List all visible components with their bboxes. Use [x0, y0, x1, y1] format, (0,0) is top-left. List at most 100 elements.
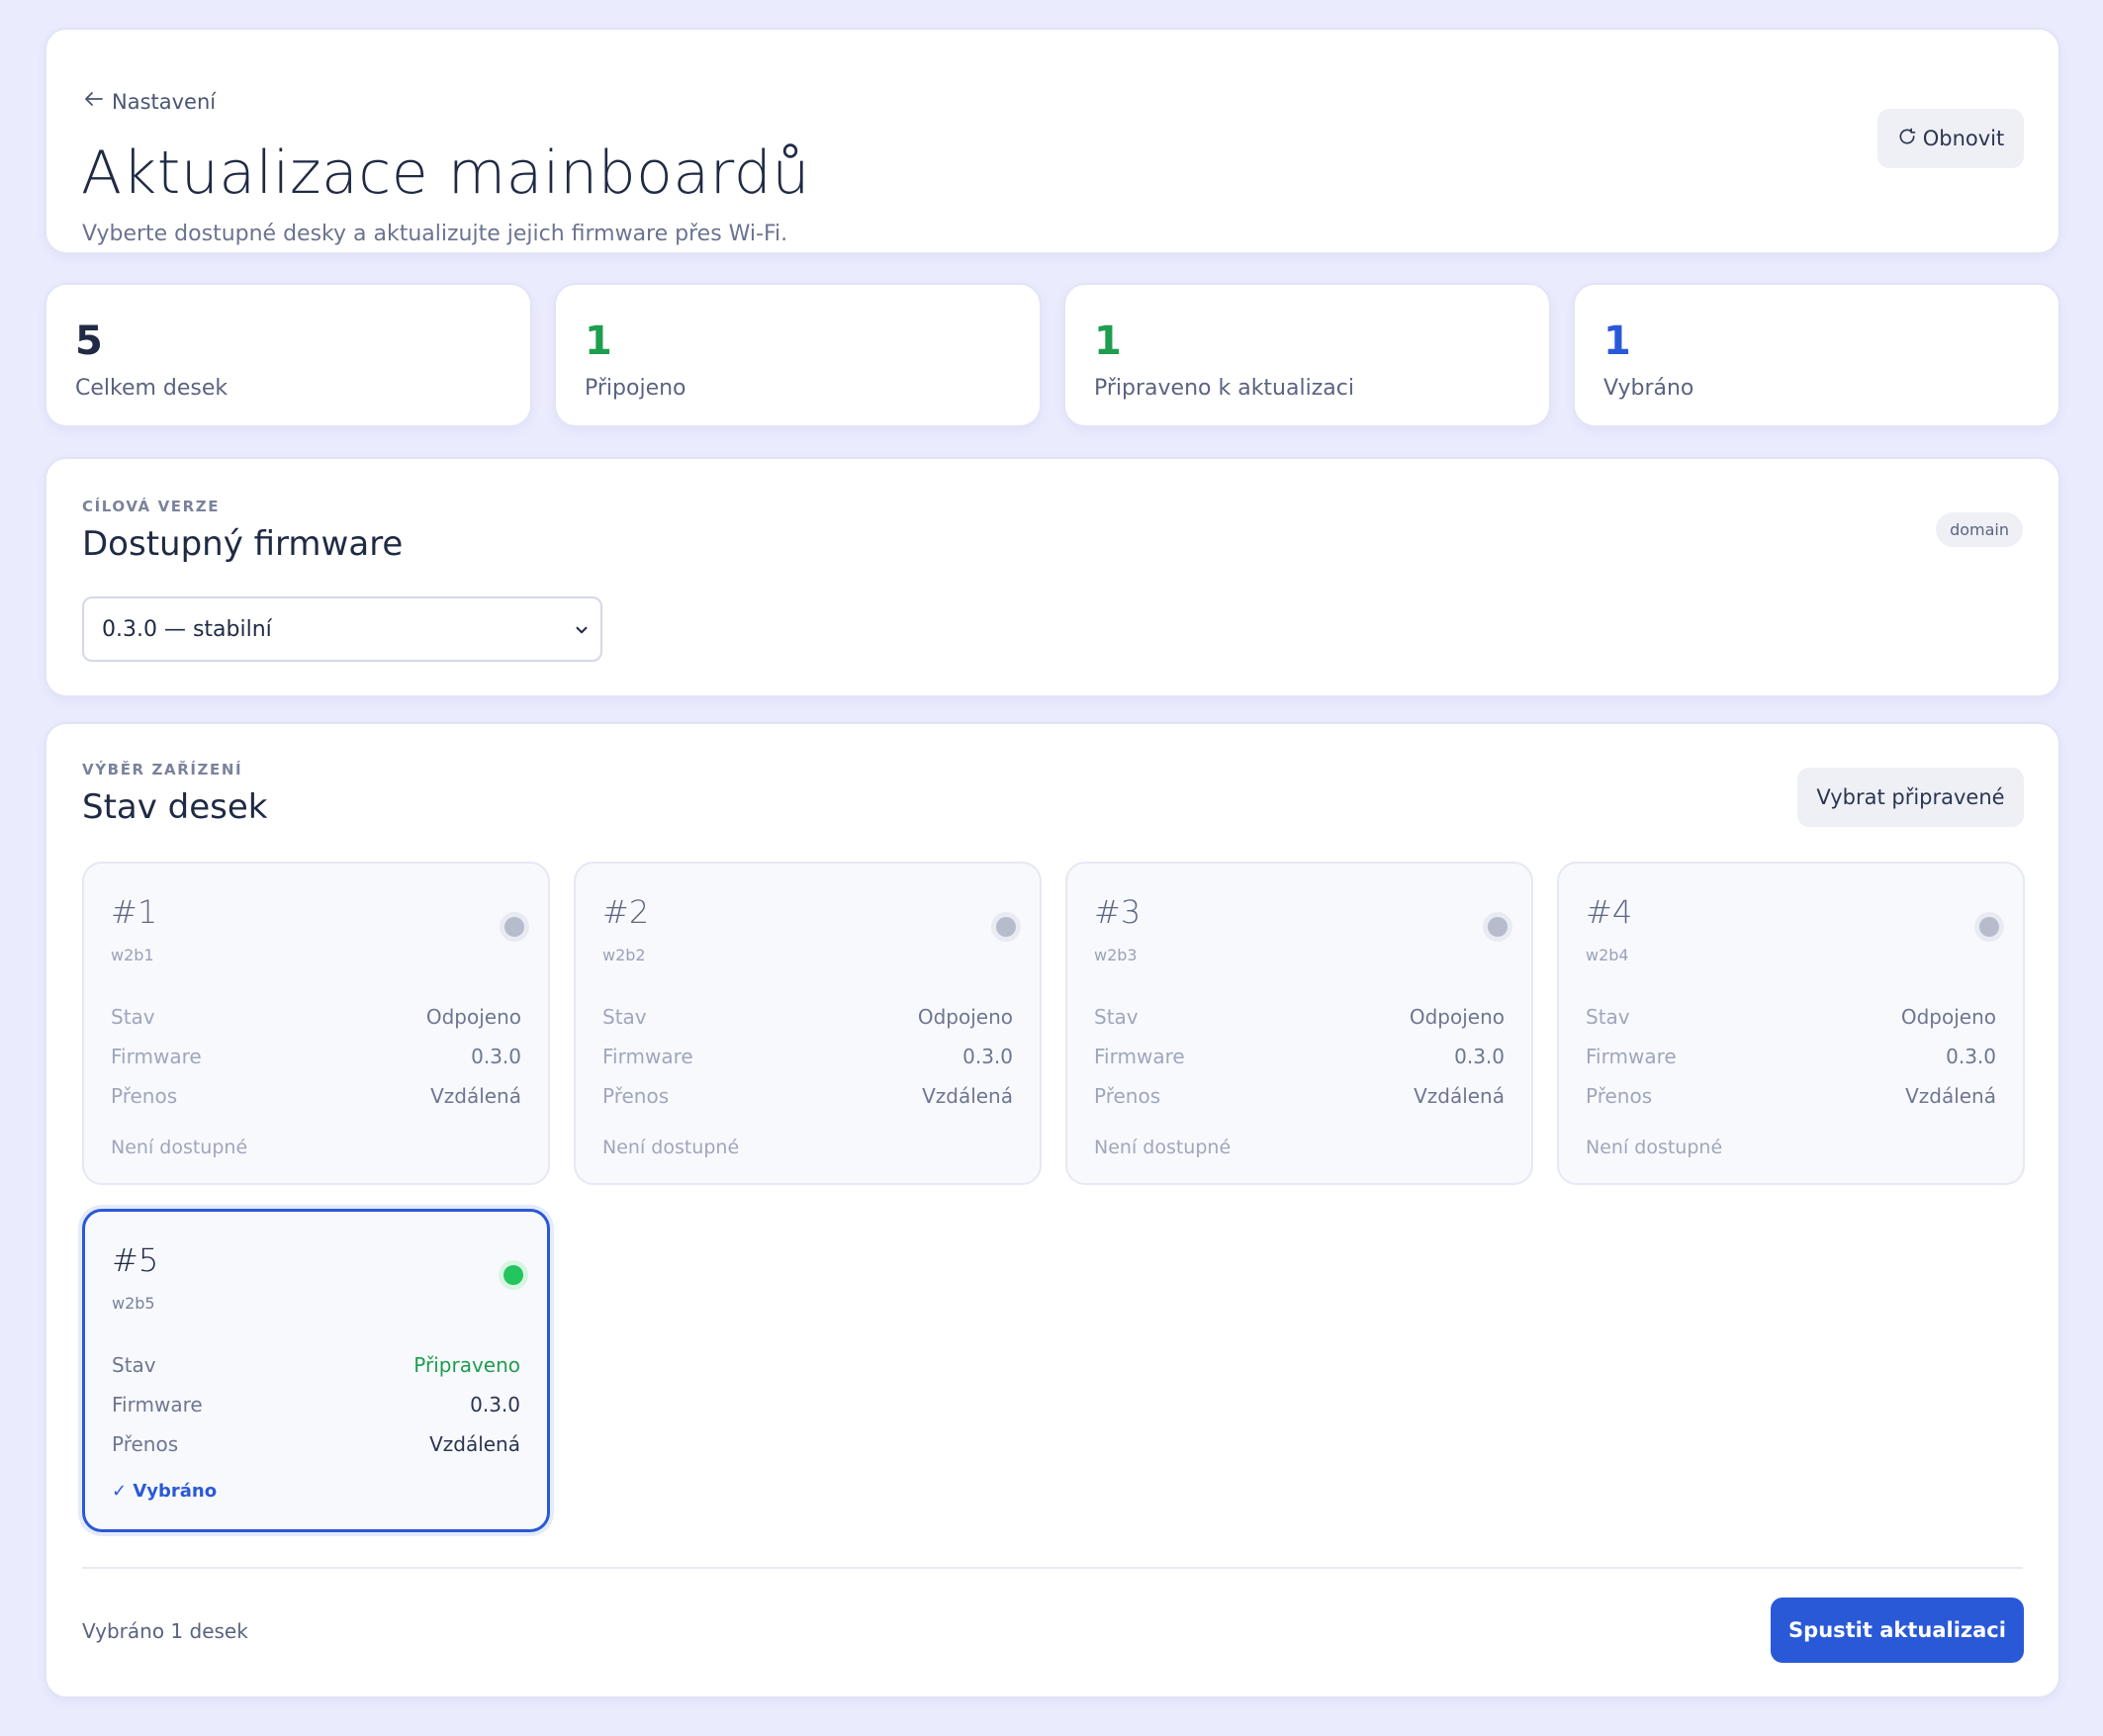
board-availability: Není dostupné: [602, 1137, 740, 1158]
status-dot-icon: [1979, 917, 1999, 937]
status-row: Stav Odpojeno: [1094, 1005, 1505, 1029]
stat-value: 5: [75, 319, 103, 364]
firmware-row: Firmware 0.3.0: [602, 1045, 1013, 1068]
firmware-value: 0.3.0: [471, 1045, 521, 1068]
board-number: #5: [112, 1241, 159, 1279]
refresh-label: Obnovit: [1922, 127, 2005, 150]
board-number: #4: [1586, 893, 1633, 931]
stat-value: 1: [1094, 319, 1122, 364]
board-id: w2b1: [111, 946, 154, 964]
transfer-row: Přenos Vzdálená: [602, 1084, 1013, 1108]
selected-count: Vybráno 1 desek: [82, 1619, 248, 1643]
stat-label: Připojeno: [585, 376, 686, 401]
stat-total: 5 Celkem desek: [45, 283, 532, 427]
status-row: Stav Odpojeno: [1586, 1005, 1996, 1029]
transfer-value: Vzdálená: [1414, 1084, 1505, 1108]
status-label: Stav: [111, 1005, 155, 1029]
refresh-icon: [1897, 127, 1917, 151]
status-row: Stav Odpojeno: [111, 1005, 521, 1029]
status-row: Stav Odpojeno: [602, 1005, 1013, 1029]
status-dot-icon: [504, 917, 524, 937]
board-card-4[interactable]: #4 w2b4 Stav Odpojeno Firmware 0.3.0 Pře…: [1557, 862, 2025, 1185]
arrow-left-icon: [82, 87, 106, 116]
board-id: w2b3: [1094, 946, 1138, 964]
back-link[interactable]: Nastavení: [82, 87, 216, 116]
board-card-5[interactable]: #5 w2b5 Stav Připraveno Firmware 0.3.0 P…: [82, 1209, 550, 1532]
board-number: #1: [111, 893, 158, 931]
transfer-value: Vzdálená: [1905, 1084, 1996, 1108]
status-value: Odpojeno: [1900, 1005, 1996, 1029]
firmware-select[interactable]: 0.3.0 — stabilní: [82, 596, 602, 662]
board-card-2[interactable]: #2 w2b2 Stav Odpojeno Firmware 0.3.0 Pře…: [574, 862, 1042, 1185]
header-card: Nastavení Aktualizace mainboardů Vyberte…: [45, 28, 2060, 254]
status-value: Odpojeno: [425, 1005, 521, 1029]
firmware-value: 0.3.0: [962, 1045, 1013, 1068]
devices-title: Stav desek: [82, 787, 268, 827]
stat-connected: 1 Připojeno: [554, 283, 1042, 427]
stat-label: Celkem desek: [75, 376, 229, 401]
status-label: Stav: [1094, 1005, 1139, 1029]
status-value: Odpojeno: [917, 1005, 1013, 1029]
firmware-value: 0.3.0: [470, 1393, 520, 1416]
stat-selected: 1 Vybráno: [1573, 283, 2060, 427]
transfer-value: Vzdálená: [430, 1084, 521, 1108]
board-availability: Není dostupné: [1094, 1137, 1232, 1158]
firmware-eyebrow: CÍLOVÁ VERZE: [82, 498, 221, 515]
refresh-button[interactable]: Obnovit: [1877, 109, 2024, 168]
board-id: w2b4: [1586, 946, 1629, 964]
firmware-value: 0.3.0: [1946, 1045, 1996, 1068]
firmware-label: Firmware: [1586, 1045, 1677, 1068]
status-value: Odpojeno: [1409, 1005, 1505, 1029]
firmware-row: Firmware 0.3.0: [112, 1393, 520, 1416]
board-card-1[interactable]: #1 w2b1 Stav Odpojeno Firmware 0.3.0 Pře…: [82, 862, 550, 1185]
chevron-down-icon: [573, 620, 591, 638]
domain-badge: domain: [1936, 512, 2023, 547]
status-dot-icon: [1488, 917, 1508, 937]
back-link-label: Nastavení: [112, 89, 217, 114]
transfer-label: Přenos: [1094, 1084, 1161, 1108]
board-availability: Není dostupné: [111, 1137, 248, 1158]
board-number: #3: [1094, 893, 1142, 931]
stat-label: Vybráno: [1603, 376, 1694, 401]
board-id: w2b5: [112, 1294, 155, 1313]
transfer-row: Přenos Vzdálená: [111, 1084, 521, 1108]
status-label: Stav: [602, 1005, 647, 1029]
transfer-label: Přenos: [1586, 1084, 1653, 1108]
board-id: w2b2: [602, 946, 646, 964]
status-value: Připraveno: [413, 1353, 520, 1377]
transfer-row: Přenos Vzdálená: [112, 1432, 520, 1456]
status-label: Stav: [112, 1353, 156, 1377]
firmware-label: Firmware: [602, 1045, 693, 1068]
status-row: Stav Připraveno: [112, 1353, 520, 1377]
page-title: Aktualizace mainboardů: [81, 138, 810, 208]
transfer-value: Vzdálená: [429, 1432, 520, 1456]
board-selected-indicator: ✓ Vybráno: [112, 1481, 218, 1502]
board-availability: Není dostupné: [1586, 1137, 1723, 1158]
board-number: #2: [602, 893, 650, 931]
devices-card: VÝBĚR ZAŘÍZENÍ Stav desek Vybrat připrav…: [45, 722, 2060, 1698]
status-dot-icon: [996, 917, 1016, 937]
firmware-row: Firmware 0.3.0: [1586, 1045, 1996, 1068]
stat-value: 1: [1603, 319, 1631, 364]
firmware-label: Firmware: [1094, 1045, 1185, 1068]
firmware-select-value: 0.3.0 — stabilní: [102, 616, 272, 642]
transfer-label: Přenos: [112, 1432, 179, 1456]
firmware-row: Firmware 0.3.0: [1094, 1045, 1505, 1068]
board-card-3[interactable]: #3 w2b3 Stav Odpojeno Firmware 0.3.0 Pře…: [1065, 862, 1533, 1185]
transfer-value: Vzdálená: [922, 1084, 1013, 1108]
transfer-label: Přenos: [602, 1084, 670, 1108]
firmware-card: CÍLOVÁ VERZE Dostupný firmware domain 0.…: [45, 457, 2060, 697]
firmware-title: Dostupný firmware: [82, 524, 404, 564]
firmware-label: Firmware: [111, 1045, 202, 1068]
start-update-button[interactable]: Spustit aktualizaci: [1771, 1598, 2024, 1663]
stat-label: Připraveno k aktualizaci: [1094, 376, 1354, 401]
firmware-row: Firmware 0.3.0: [111, 1045, 521, 1068]
divider: [82, 1567, 2023, 1569]
status-dot-icon: [503, 1265, 523, 1285]
stat-value: 1: [585, 319, 612, 364]
firmware-label: Firmware: [112, 1393, 203, 1416]
select-ready-button[interactable]: Vybrat připravené: [1797, 768, 2024, 827]
transfer-label: Přenos: [111, 1084, 178, 1108]
transfer-row: Přenos Vzdálená: [1586, 1084, 1996, 1108]
firmware-value: 0.3.0: [1454, 1045, 1505, 1068]
